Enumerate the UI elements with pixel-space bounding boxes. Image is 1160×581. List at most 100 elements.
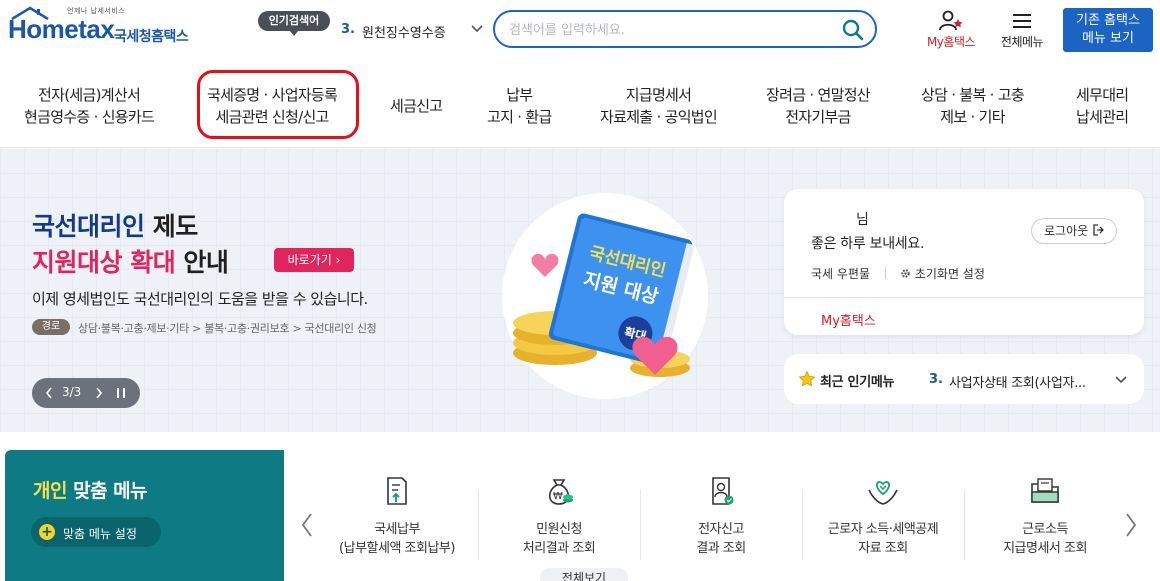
popular-search-keyword[interactable]: 원천징수영수증	[362, 22, 446, 41]
plus-icon: +	[39, 524, 55, 540]
popular-menu-rank: 3.	[929, 372, 943, 387]
gnb-item-e-invoice[interactable]: 전자(세금)계산서 현금영수증 · 신용카드	[24, 84, 155, 128]
popular-search-badge: 인기검색어	[258, 11, 330, 36]
quick-item-label: 근로자 소득·세액공제 자료 조회	[802, 520, 964, 558]
gnb-item-payment-statement[interactable]: 지급명세서 자료제출 · 공익법인	[600, 84, 718, 128]
quick-item-line1: 근로소득	[1022, 522, 1068, 537]
gnb-item-line2: 자료제출 · 공익법인	[600, 108, 718, 126]
gnb-item-payment[interactable]: 납부 고지 · 환급	[487, 84, 552, 128]
all-menu-button[interactable]: 전체메뉴	[994, 10, 1050, 54]
search-input[interactable]	[509, 20, 829, 40]
hero-go-button[interactable]: 바로가기 ›	[274, 248, 354, 272]
gnb-item-tax-certificate[interactable]: 국세증명 · 사업자등록 세금관련 신청/신고	[207, 84, 338, 128]
greeting-text: 좋은 하루 보내세요.	[811, 236, 925, 252]
hero-book-illustration: 국선대리인 지원 대상 확대	[502, 193, 708, 399]
quick-item-deduction-data[interactable]: 근로자 소득·세액공제 자료 조회	[802, 474, 964, 574]
pause-icon[interactable]	[114, 385, 128, 401]
quick-item-label: 근로소득 지급명세서 조회	[964, 520, 1126, 558]
old-hometax-menu-button[interactable]: 기존 홈택스 메뉴 보기	[1063, 8, 1153, 52]
slider-count: 3/3	[62, 385, 82, 399]
quick-menu-strip: 국세납부 (납부할세액 조회납부) ₩ 민원신청 처리결과 조회 전자신고 결과	[284, 450, 1160, 581]
chevron-right-icon[interactable]	[94, 385, 104, 401]
logout-button[interactable]: 로그아웃	[1031, 218, 1117, 244]
my-hometax-link[interactable]: My홈택스	[821, 310, 876, 329]
quick-item-line2: (납부할세액 조회납부)	[339, 541, 455, 556]
chevron-right-icon[interactable]	[1124, 512, 1138, 538]
quick-item-label: 국세납부 (납부할세액 조회납부)	[316, 520, 478, 558]
gnb-item-line1: 상담 · 불복 · 고충	[921, 86, 1025, 104]
quick-item-line1: 전자신고	[698, 522, 744, 537]
gnb-item-tax-return[interactable]: 세금신고	[390, 95, 443, 117]
hero-banner: 국선대리인 제도 지원대상 확대 안내 바로가기 › 이제 영세법인도 국선대리…	[0, 149, 1160, 432]
hero-title2-rest: 안내	[175, 248, 229, 277]
quick-item-earned-income[interactable]: 근로소득 지급명세서 조회	[964, 474, 1126, 574]
quick-item-line2: 처리결과 조회	[522, 541, 596, 556]
quick-item-label: 민원신청 처리결과 조회	[478, 520, 640, 558]
hero-path-badge: 경로	[32, 319, 70, 335]
gnb-item-line1: 세무대리	[1076, 86, 1129, 104]
quick-item-tax-payment[interactable]: 국세납부 (납부할세액 조회납부)	[316, 474, 478, 574]
quick-item-line1: 민원신청	[536, 522, 582, 537]
personal-setting-label: 맞춤 메뉴 설정	[63, 527, 137, 541]
heart-hands-icon	[868, 481, 898, 505]
slider-control: 3/3	[32, 378, 140, 408]
gnb-item-tax-agent[interactable]: 세무대리 납세관리	[1076, 84, 1129, 128]
folder-doc-icon	[1031, 478, 1059, 503]
popular-menu-card: 최근 인기메뉴 3. 사업자상태 조회(사업자...	[784, 354, 1144, 404]
gnb-item-incentive[interactable]: 장려금 · 연말정산 전자기부금	[766, 84, 871, 128]
gnb-item-line2: 납세관리	[1076, 108, 1129, 126]
hero-title1-highlight: 국선대리인	[32, 212, 145, 241]
chevron-left-icon[interactable]	[300, 512, 314, 538]
money-bag-icon: ₩	[548, 479, 573, 505]
search-icon[interactable]	[841, 18, 865, 42]
gnb-item-line2: 현금영수증 · 신용카드	[24, 108, 155, 126]
tax-payment-icon	[387, 477, 407, 505]
tax-postbox-link[interactable]: 국세 우편물	[811, 265, 870, 282]
gnb-item-line1: 장려금 · 연말정산	[766, 86, 871, 104]
my-hometax-button[interactable]: My홈택스	[918, 10, 984, 54]
user-name-suffix: 님	[856, 212, 869, 228]
gnb-item-line2: 전자기부금	[785, 108, 851, 126]
gnb-item-line2: 제보 · 기타	[940, 108, 1005, 126]
chevron-left-icon[interactable]	[44, 385, 54, 401]
logo-brand: Hometax	[8, 14, 115, 44]
main-navigation: 전자(세금)계산서 현금영수증 · 신용카드 국세증명 · 사업자등록 세금관련…	[0, 66, 1160, 148]
view-all-button[interactable]: 전체보기	[540, 568, 628, 581]
all-menu-label: 전체메뉴	[1000, 35, 1044, 49]
personal-menu-panel: 개인 맞춤 메뉴 + 맞춤 메뉴 설정	[5, 450, 284, 581]
logo-korean-name: 국세청홈택스	[114, 29, 189, 45]
quick-item-line1: 근로자 소득·세액공제	[827, 522, 939, 537]
my-hometax-label: My홈택스	[926, 35, 976, 49]
quick-item-line2: 자료 조회	[858, 541, 908, 556]
quick-item-e-filing[interactable]: 전자신고 결과 조회	[640, 474, 802, 574]
chevron-down-icon[interactable]	[1114, 373, 1128, 387]
quick-item-civil-petition[interactable]: ₩ 민원신청 처리결과 조회	[478, 474, 640, 574]
star-icon	[798, 370, 816, 387]
popular-menu-item[interactable]: 사업자상태 조회(사업자...	[949, 372, 1086, 391]
old-menu-line1: 기존 홈택스	[1076, 13, 1140, 28]
user-icon	[939, 10, 963, 31]
hometax-logo[interactable]: 언제나 납세서비스 Hometax 국세청홈택스	[8, 6, 203, 50]
personal-title-rest: 맞춤 메뉴	[66, 480, 148, 502]
gnb-item-line1: 납부	[506, 86, 533, 104]
logout-icon	[1093, 224, 1104, 236]
gnb-item-consultation[interactable]: 상담 · 불복 · 고충 제보 · 기타	[921, 84, 1025, 128]
hero-title2-highlight: 지원대상 확대	[32, 248, 176, 277]
gear-icon	[901, 269, 910, 278]
initial-screen-setting-link[interactable]: 초기화면 설정	[900, 265, 985, 282]
gnb-item-line1: 국세증명 · 사업자등록	[207, 86, 338, 104]
gnb-item-line1: 지급명세서	[625, 86, 692, 104]
hero-description: 이제 영세법인도 국선대리인의 도움을 받을 수 있습니다.	[32, 290, 368, 308]
search-box	[493, 10, 877, 48]
chevron-down-icon[interactable]	[470, 22, 484, 36]
document-person-icon	[712, 477, 734, 505]
personal-menu-setting-button[interactable]: + 맞춤 메뉴 설정	[31, 517, 161, 547]
hero-path: 상담·불복·고충·제보·기타 > 불복·고충·권리보호 > 국선대리인 신청	[78, 322, 377, 335]
personal-menu-title: 개인 맞춤 메뉴	[33, 476, 148, 503]
quick-item-line2: 결과 조회	[696, 541, 746, 556]
initial-screen-setting-label: 초기화면 설정	[914, 267, 985, 281]
divider	[784, 297, 1144, 298]
quick-item-line1: 국세납부	[374, 522, 420, 537]
svg-text:₩: ₩	[553, 491, 563, 502]
gnb-item-line1: 전자(세금)계산서	[38, 86, 141, 104]
